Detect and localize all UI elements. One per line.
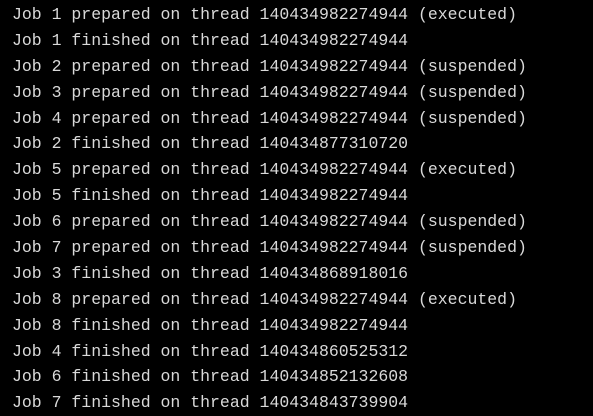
terminal-output: Job 1 prepared on thread 140434982274944…	[0, 0, 593, 415]
terminal-line: Job 1 prepared on thread 140434982274944…	[12, 5, 517, 24]
terminal-line: Job 3 prepared on thread 140434982274944…	[12, 82, 527, 102]
terminal-line: Job 3 finished on thread 140434868918016	[12, 263, 409, 283]
terminal-line: Job 2 prepared on thread 140434982274944…	[12, 56, 527, 76]
terminal-line: Job 7 finished on thread 140434843739904	[12, 393, 409, 413]
terminal-line: Job 6 prepared on thread 140434982274944…	[12, 212, 527, 232]
terminal-line: Job 6 finished on thread 140434852132608	[12, 367, 409, 387]
terminal-line: Job 5 prepared on thread 140434982274944…	[12, 160, 517, 180]
terminal-line: Job 4 finished on thread 140434860525312	[12, 341, 409, 361]
terminal-line: Job 2 finished on thread 140434877310720	[12, 134, 409, 154]
terminal-line: Job 1 finished on thread 140434982274944	[12, 30, 409, 50]
terminal-line: Job 8 prepared on thread 140434982274944…	[12, 289, 517, 309]
terminal-line: Job 4 prepared on thread 140434982274944…	[12, 108, 527, 128]
terminal-line: Job 8 finished on thread 140434982274944	[12, 315, 409, 335]
terminal-line: Job 5 finished on thread 140434982274944	[12, 186, 409, 206]
terminal-line: Job 7 prepared on thread 140434982274944…	[12, 238, 527, 258]
